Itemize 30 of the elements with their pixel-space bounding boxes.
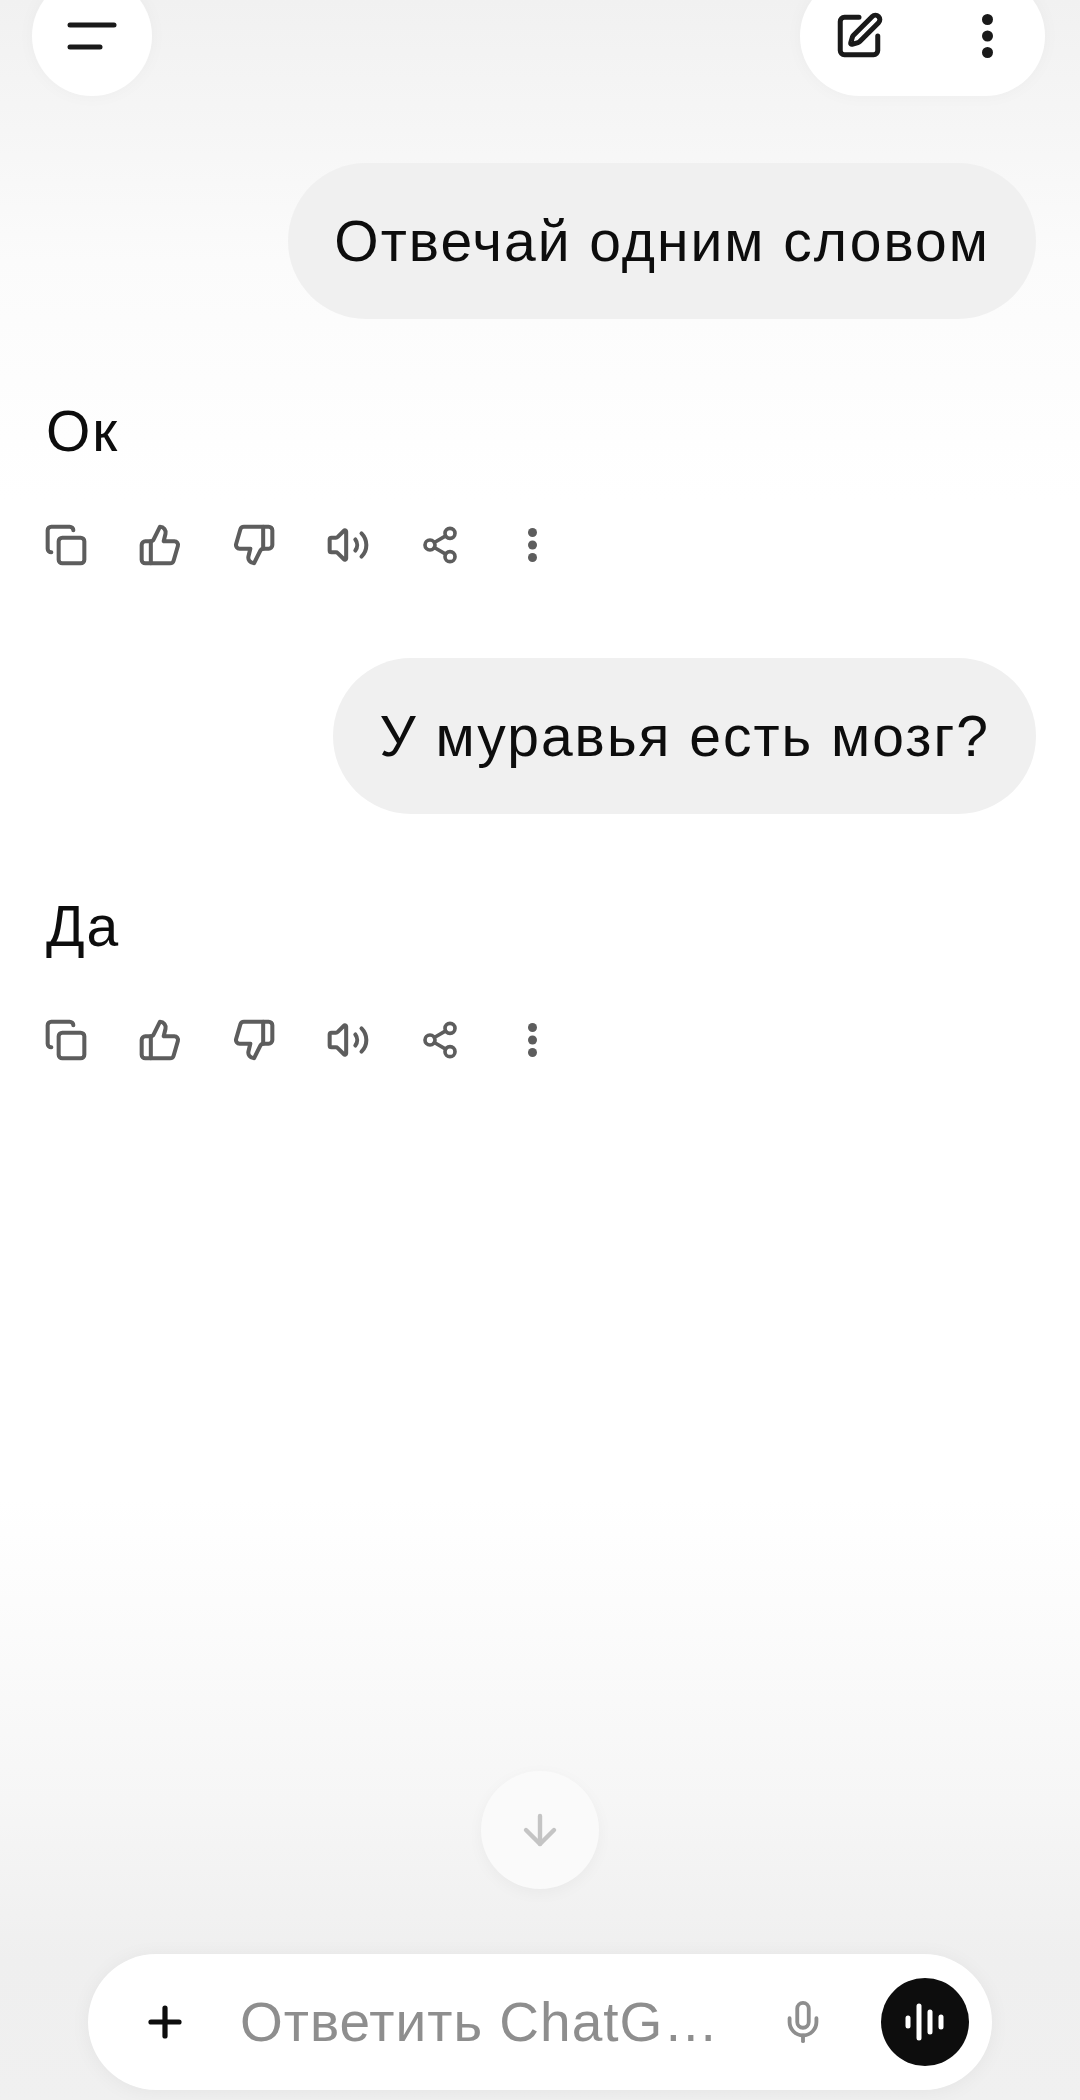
user-message: Отвечай одним словом [288, 163, 1036, 319]
message-composer-field[interactable]: Ответить ChatG… [88, 1954, 992, 2090]
waveform-icon [903, 2002, 947, 2042]
user-message: У муравья есть мозг? [333, 658, 1036, 814]
thumbs-up-icon [138, 1018, 182, 1062]
more-icon [528, 528, 537, 562]
more-button[interactable] [528, 528, 537, 562]
copy-button[interactable] [44, 1018, 88, 1062]
share-icon [420, 525, 460, 565]
share-icon [420, 1020, 460, 1060]
thumbs-up-button[interactable] [138, 1018, 182, 1062]
thumbs-down-icon [232, 1018, 276, 1062]
thumbs-up-button[interactable] [138, 523, 182, 567]
more-button[interactable] [528, 1023, 537, 1057]
thumbs-down-button[interactable] [232, 1018, 276, 1062]
share-button[interactable] [420, 1020, 460, 1060]
more-button[interactable] [982, 14, 993, 58]
assistant-message: Ок [45, 398, 120, 465]
thumbs-up-icon [138, 523, 182, 567]
assistant-message: Да [45, 893, 121, 960]
copy-icon [44, 523, 88, 567]
thumbs-down-button[interactable] [232, 523, 276, 567]
menu-icon [67, 21, 117, 51]
share-button[interactable] [420, 525, 460, 565]
copy-icon [44, 1018, 88, 1062]
more-icon [528, 1023, 537, 1057]
message-input[interactable]: Ответить ChatG… [240, 1987, 780, 2057]
thumbs-down-icon [232, 523, 276, 567]
copy-button[interactable] [44, 523, 88, 567]
more-icon [982, 14, 993, 58]
